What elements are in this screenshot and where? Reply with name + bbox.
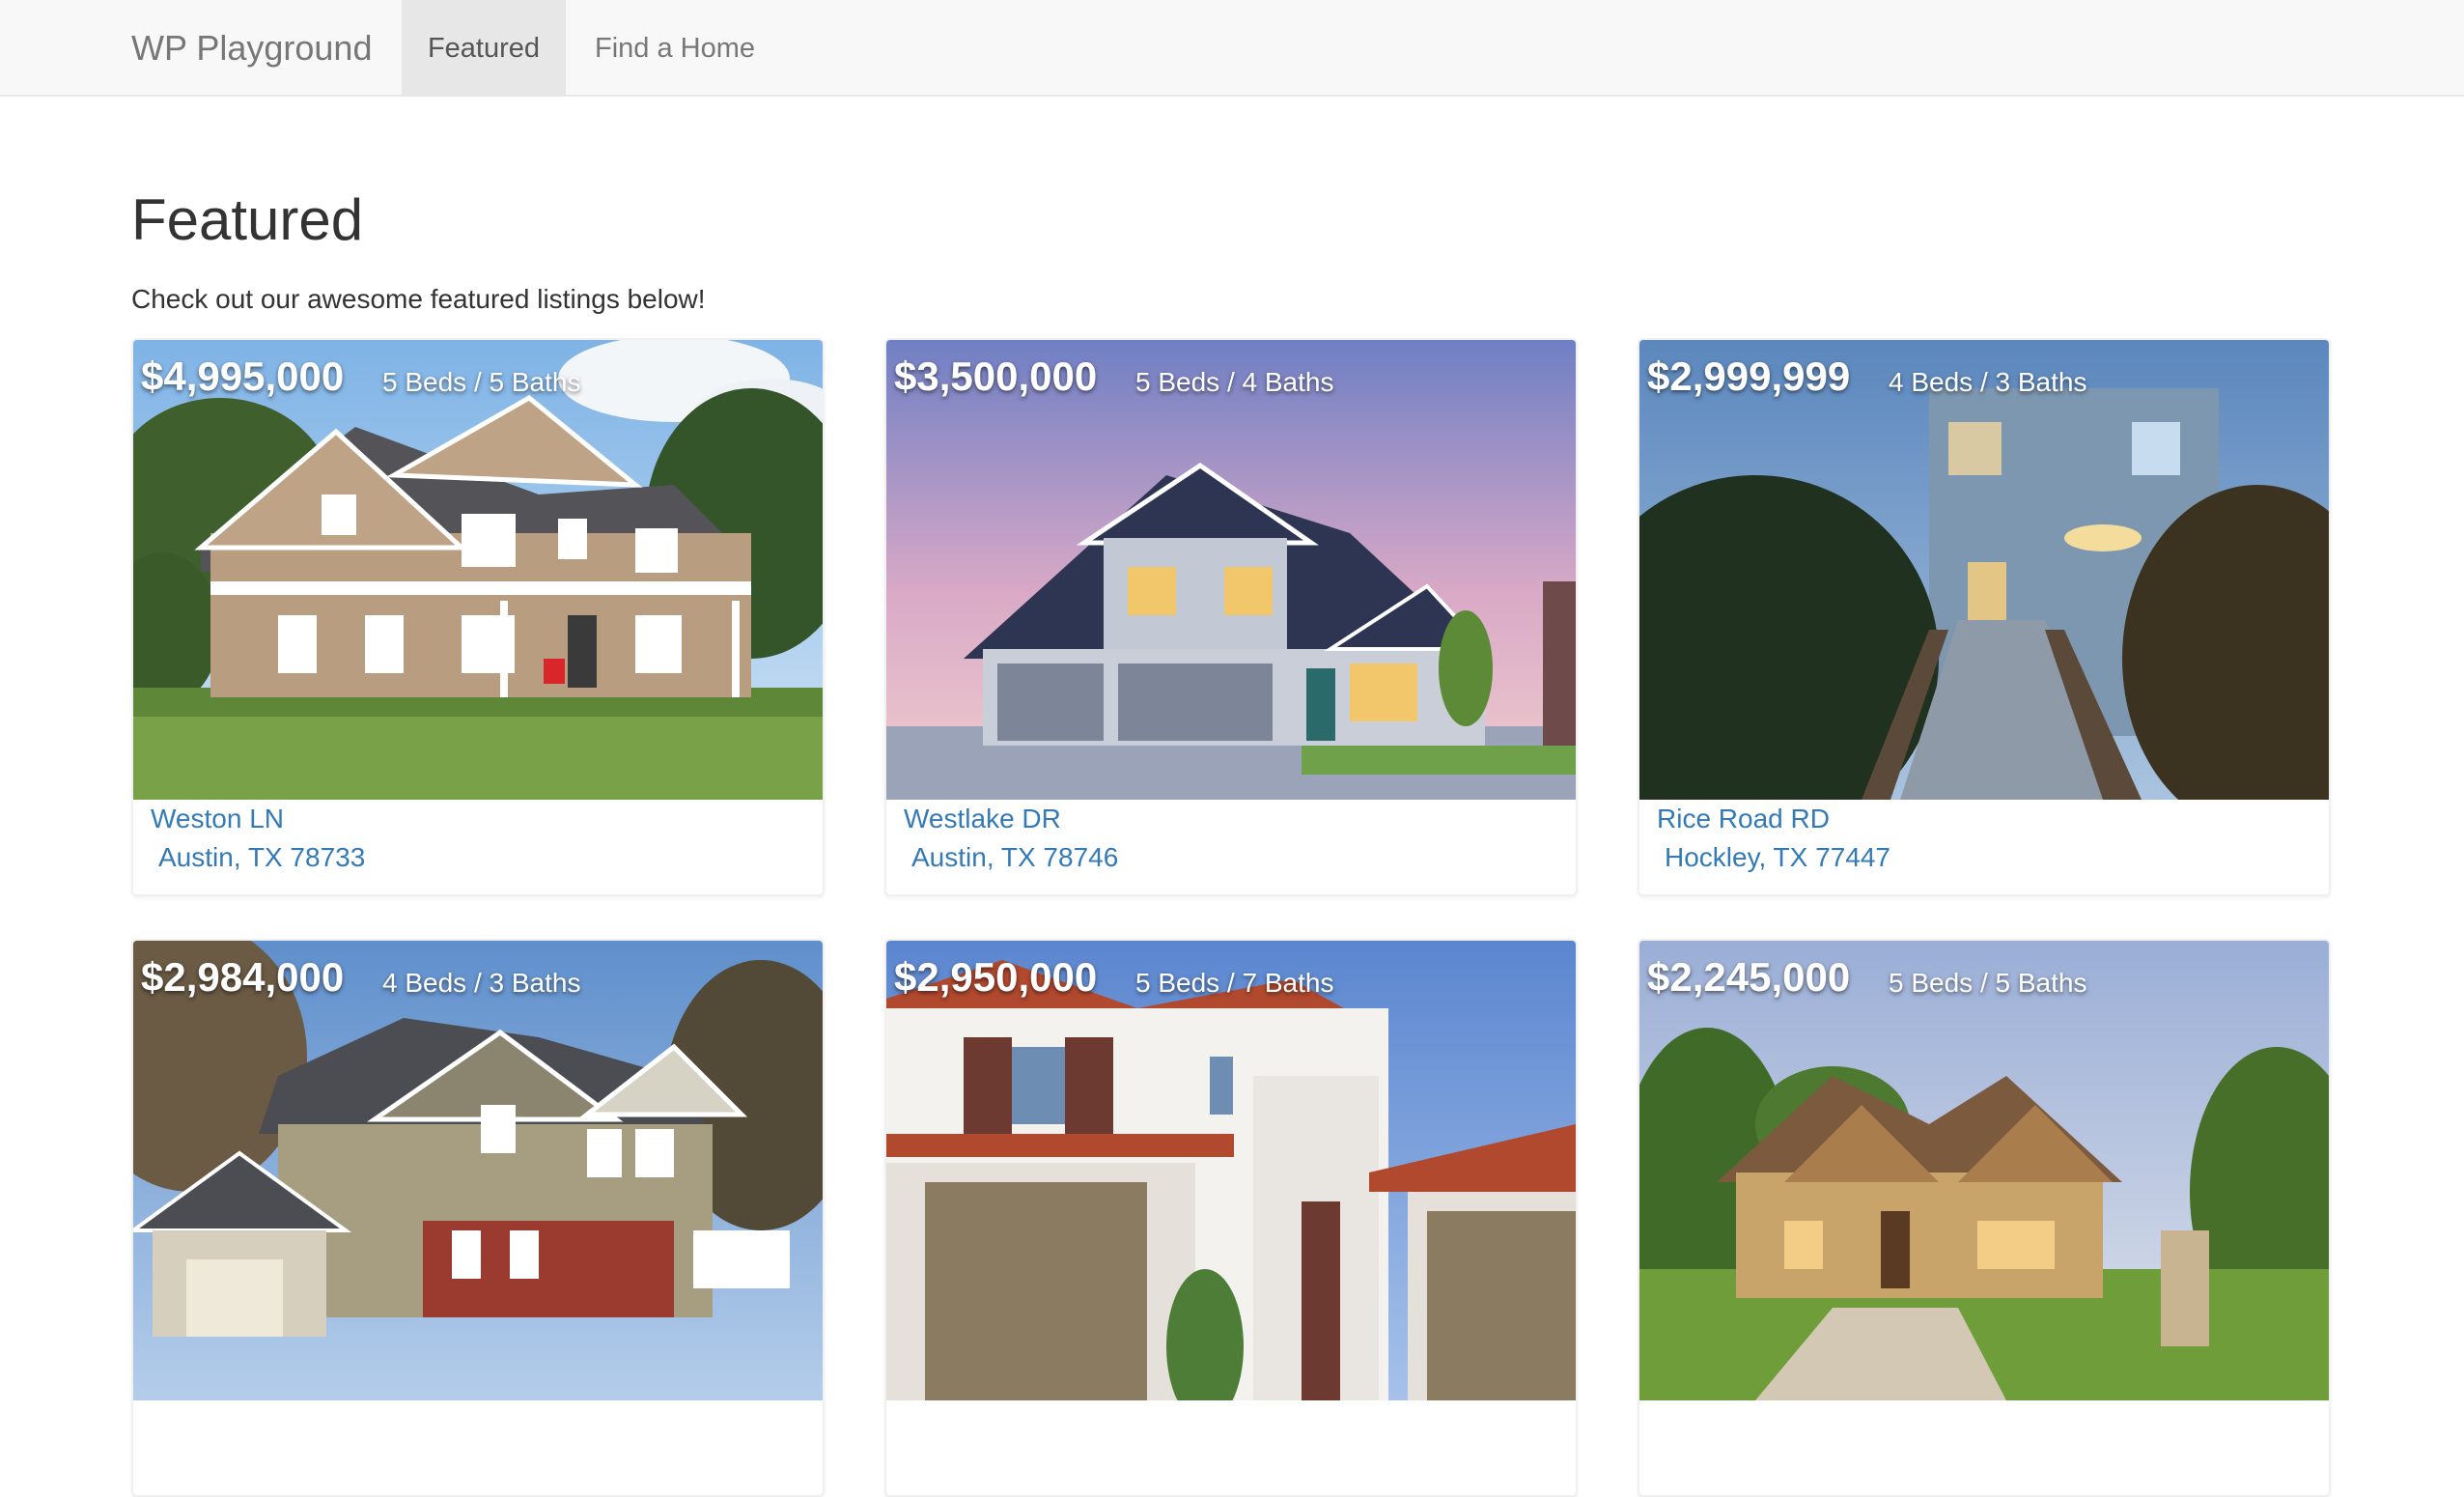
house-photo-boardwalk (1639, 340, 2329, 800)
listing-city-link[interactable]: Hockley, TX 77447 (1665, 842, 1890, 873)
nav-item-find-a-home[interactable]: Find a Home (566, 0, 784, 95)
listing-card[interactable]: $3,500,000 5 Beds / 4 Baths Westlake DR … (884, 338, 1578, 896)
listing-street-link[interactable]: Weston LN (151, 804, 284, 834)
listing-beds-baths: 5 Beds / 7 Baths (1135, 968, 1334, 998)
listing-photo[interactable]: $2,999,999 4 Beds / 3 Baths (1639, 340, 2329, 800)
listing-beds-baths: 5 Beds / 4 Baths (1135, 367, 1334, 397)
listing-beds-baths: 5 Beds / 5 Baths (382, 367, 581, 397)
listing-photo[interactable]: $2,950,000 5 Beds / 7 Baths (886, 941, 1576, 1400)
listing-card[interactable]: $4,995,000 5 Beds / 5 Baths Weston LN Au… (131, 338, 825, 896)
house-photo-dusk (886, 340, 1576, 800)
listing-price: $2,984,000 (141, 954, 345, 1000)
page-title: Featured (131, 187, 364, 252)
listing-photo[interactable]: $2,245,000 5 Beds / 5 Baths (1639, 941, 2329, 1400)
listing-city-link[interactable]: Austin, TX 78733 (158, 842, 365, 873)
listing-price: $4,995,000 (141, 353, 345, 399)
listing-street-link[interactable]: Rice Road RD (1657, 804, 1830, 834)
listing-beds-baths: 4 Beds / 3 Baths (382, 968, 581, 998)
listing-card[interactable]: $2,950,000 5 Beds / 7 Baths (884, 939, 1578, 1497)
listing-photo[interactable]: $2,984,000 4 Beds / 3 Baths (133, 941, 823, 1400)
nav-item-featured[interactable]: Featured (402, 0, 566, 95)
listing-beds-baths: 5 Beds / 5 Baths (1889, 968, 2087, 998)
top-navbar: WP Playground Featured Find a Home (0, 0, 2464, 97)
listing-city-link[interactable]: Austin, TX 78746 (911, 842, 1118, 873)
listing-card[interactable]: $2,984,000 4 Beds / 3 Baths (131, 939, 825, 1497)
brand-link[interactable]: WP Playground (131, 0, 372, 97)
house-photo-stucco (886, 941, 1576, 1400)
listing-photo[interactable]: $3,500,000 5 Beds / 4 Baths (886, 340, 1576, 800)
house-photo-stone (1639, 941, 2329, 1400)
listing-photo[interactable]: $4,995,000 5 Beds / 5 Baths (133, 340, 823, 800)
listing-price: $2,950,000 (894, 954, 1098, 1000)
listing-price: $2,245,000 (1647, 954, 1851, 1000)
listing-street-link[interactable]: Westlake DR (904, 804, 1061, 834)
listing-price: $3,500,000 (894, 353, 1098, 399)
house-photo-brick (133, 340, 823, 800)
listing-price: $2,999,999 (1647, 353, 1851, 399)
listing-beds-baths: 4 Beds / 3 Baths (1889, 367, 2087, 397)
listing-card[interactable]: $2,245,000 5 Beds / 5 Baths (1638, 939, 2331, 1497)
page-subtitle: Check out our awesome featured listings … (131, 284, 706, 314)
listing-card[interactable]: $2,999,999 4 Beds / 3 Baths Rice Road RD… (1638, 338, 2331, 896)
house-photo-siding (133, 941, 823, 1400)
